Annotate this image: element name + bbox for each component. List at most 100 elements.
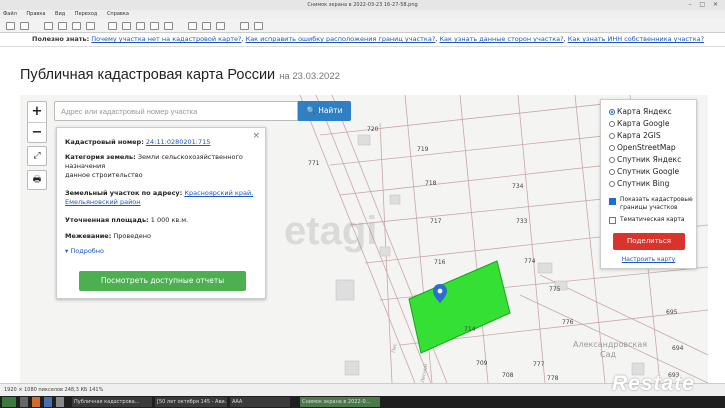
parcel-label: 774 bbox=[524, 258, 536, 265]
menu-edit[interactable]: Правка bbox=[26, 11, 45, 17]
image-viewport: Полезно знать: Почему участка нет на кад… bbox=[0, 33, 725, 383]
notice-link-3[interactable]: Как узнать данные сторон участка? bbox=[439, 35, 563, 43]
window-controls[interactable]: – □ ✕ bbox=[688, 1, 721, 9]
window-title-bar: Снимок экрана в 2022-03-23 16-27-58.png bbox=[0, 0, 725, 10]
parcel-info-popup: × Кадастровый номер: 24:11:0280201:715 К… bbox=[56, 127, 266, 299]
parcel-label: 719 bbox=[417, 146, 429, 153]
actual-size-icon[interactable] bbox=[86, 22, 95, 30]
fit-icon[interactable] bbox=[72, 22, 81, 30]
layer-yandex-map[interactable]: Карта Яндекс bbox=[609, 107, 672, 116]
radio-icon bbox=[609, 121, 615, 127]
first-icon[interactable] bbox=[108, 22, 117, 30]
page-date: на 23.03.2022 bbox=[279, 71, 340, 82]
close-icon[interactable]: × bbox=[252, 131, 260, 141]
taskbar: Публичная кадастрова... [50 лет октября … bbox=[0, 396, 725, 408]
address-link-2[interactable]: Емельяновский район bbox=[65, 198, 141, 206]
parcel-label: 717 bbox=[430, 218, 442, 225]
radio-icon bbox=[609, 133, 615, 139]
properties-icon[interactable] bbox=[254, 22, 263, 30]
search-icon: 🔍 bbox=[306, 106, 316, 115]
menu-file[interactable]: Файл bbox=[3, 11, 17, 17]
thematic-map-label: Тематическая карта bbox=[620, 216, 685, 223]
notice-link-1[interactable]: Почему участка нет на кадастровой карте? bbox=[91, 35, 241, 43]
zoom-out-icon[interactable] bbox=[44, 22, 53, 30]
delete-icon[interactable] bbox=[240, 22, 249, 30]
parcel-label: 718 bbox=[425, 180, 437, 187]
parcel-label: 771 bbox=[308, 160, 320, 167]
road-label: Пес bbox=[391, 343, 399, 354]
print-icon[interactable]: 🖶 bbox=[27, 170, 47, 190]
find-button-label: Найти bbox=[318, 106, 343, 115]
radio-icon bbox=[609, 157, 615, 163]
land-use-value: данное строительство bbox=[65, 171, 143, 179]
cadastral-borders-checkbox[interactable] bbox=[609, 198, 616, 205]
radio-icon bbox=[609, 145, 615, 151]
parcel-label: 776 bbox=[562, 319, 574, 326]
prev-icon[interactable] bbox=[122, 22, 131, 30]
cadastral-borders-label: Показать кадастровые границы участков bbox=[620, 196, 693, 211]
layer-2gis-map[interactable]: Карта 2GIS bbox=[609, 131, 661, 140]
task-aaa[interactable]: ААА bbox=[230, 397, 290, 407]
layer-google-satellite[interactable]: Спутник Google bbox=[609, 167, 679, 176]
find-button[interactable]: 🔍 Найти bbox=[298, 101, 351, 121]
parcel-label: 695 bbox=[666, 309, 678, 316]
parcel-label: 708 bbox=[502, 372, 514, 379]
parcel-label: 714 bbox=[464, 326, 476, 333]
task-avito[interactable]: [50 лет октября 145 - Ави... bbox=[155, 397, 227, 407]
restate-watermark: Restate bbox=[612, 372, 695, 395]
thematic-map-checkbox[interactable] bbox=[609, 217, 616, 224]
rotate-right-icon[interactable] bbox=[202, 22, 211, 30]
page-title-text: Публичная кадастровая карта России bbox=[20, 67, 276, 83]
search-input[interactable] bbox=[54, 101, 298, 121]
layer-bing-satellite[interactable]: Спутник Bing bbox=[609, 179, 669, 188]
notice-link-4[interactable]: Как узнать ИНН собственника участка? bbox=[568, 35, 704, 43]
address-link-1[interactable]: Красноярский край, bbox=[184, 189, 253, 197]
next-icon[interactable] bbox=[150, 22, 159, 30]
zoom-out-button[interactable]: − bbox=[28, 122, 46, 142]
app-icon[interactable] bbox=[56, 397, 64, 407]
notice-link-2[interactable]: Как исправить ошибку расположения границ… bbox=[246, 35, 436, 43]
radio-icon bbox=[609, 181, 615, 187]
page-title: Публичная кадастровая карта России на 23… bbox=[20, 67, 340, 83]
notice-bar: Полезно знать: Почему участка нет на кад… bbox=[0, 33, 725, 47]
forward-icon[interactable] bbox=[20, 22, 29, 30]
street-label: Александровская bbox=[573, 340, 647, 349]
parcel-label: 709 bbox=[476, 360, 488, 367]
rotate-left-icon[interactable] bbox=[188, 22, 197, 30]
zoom-in-icon[interactable] bbox=[58, 22, 67, 30]
parcel-label: 720 bbox=[367, 126, 379, 133]
menu-help[interactable]: Справка bbox=[107, 11, 129, 17]
parcel-label: 694 bbox=[672, 345, 684, 352]
slideshow-icon[interactable] bbox=[136, 22, 145, 30]
map-layers-panel: Карта Яндекс Карта Google Карта 2GIS Ope… bbox=[600, 99, 697, 269]
zoom-in-button[interactable]: + bbox=[28, 102, 46, 122]
details-link[interactable]: ▾ Подробно bbox=[65, 247, 104, 256]
task-screenshot[interactable]: Снимок экрана в 2022-0... bbox=[300, 397, 380, 407]
last-icon[interactable] bbox=[164, 22, 173, 30]
files-icon[interactable] bbox=[20, 397, 28, 407]
cad-number-link[interactable]: 24:11:0280201:715 bbox=[146, 138, 210, 146]
browser-icon[interactable] bbox=[32, 397, 40, 407]
fullscreen-icon[interactable]: ⤢ bbox=[27, 146, 47, 166]
cad-number-row: Кадастровый номер: 24:11:0280201:715 bbox=[65, 138, 211, 146]
menu-go[interactable]: Переход bbox=[75, 11, 98, 17]
street-label: Сад bbox=[600, 350, 616, 359]
menu-bar: Файл Правка Вид Переход Справка bbox=[0, 10, 725, 19]
address-row-2: Емельяновский район bbox=[65, 198, 141, 207]
flip-icon[interactable] bbox=[216, 22, 225, 30]
share-link-button[interactable]: Поделиться ссылкой bbox=[613, 233, 685, 262]
terminal-icon[interactable] bbox=[44, 397, 52, 407]
back-icon[interactable] bbox=[6, 22, 15, 30]
menu-view[interactable]: Вид bbox=[55, 11, 65, 17]
layer-google-map[interactable]: Карта Google bbox=[609, 119, 669, 128]
viewer-toolbar bbox=[0, 19, 725, 33]
start-menu-icon[interactable] bbox=[2, 397, 16, 407]
layer-yandex-satellite[interactable]: Спутник Яндекс bbox=[609, 155, 681, 164]
task-cadastral[interactable]: Публичная кадастрова... bbox=[72, 397, 152, 407]
parcel-label: 778 bbox=[547, 375, 559, 382]
layer-osm[interactable]: OpenStreetMap bbox=[609, 143, 676, 152]
address-row: Земельный участок по адресу: Красноярски… bbox=[65, 189, 254, 197]
configure-map-link[interactable]: Настроить карту bbox=[601, 256, 696, 263]
view-reports-button[interactable]: Посмотреть доступные отчеты bbox=[79, 271, 246, 291]
parcel-label: 777 bbox=[533, 361, 545, 368]
